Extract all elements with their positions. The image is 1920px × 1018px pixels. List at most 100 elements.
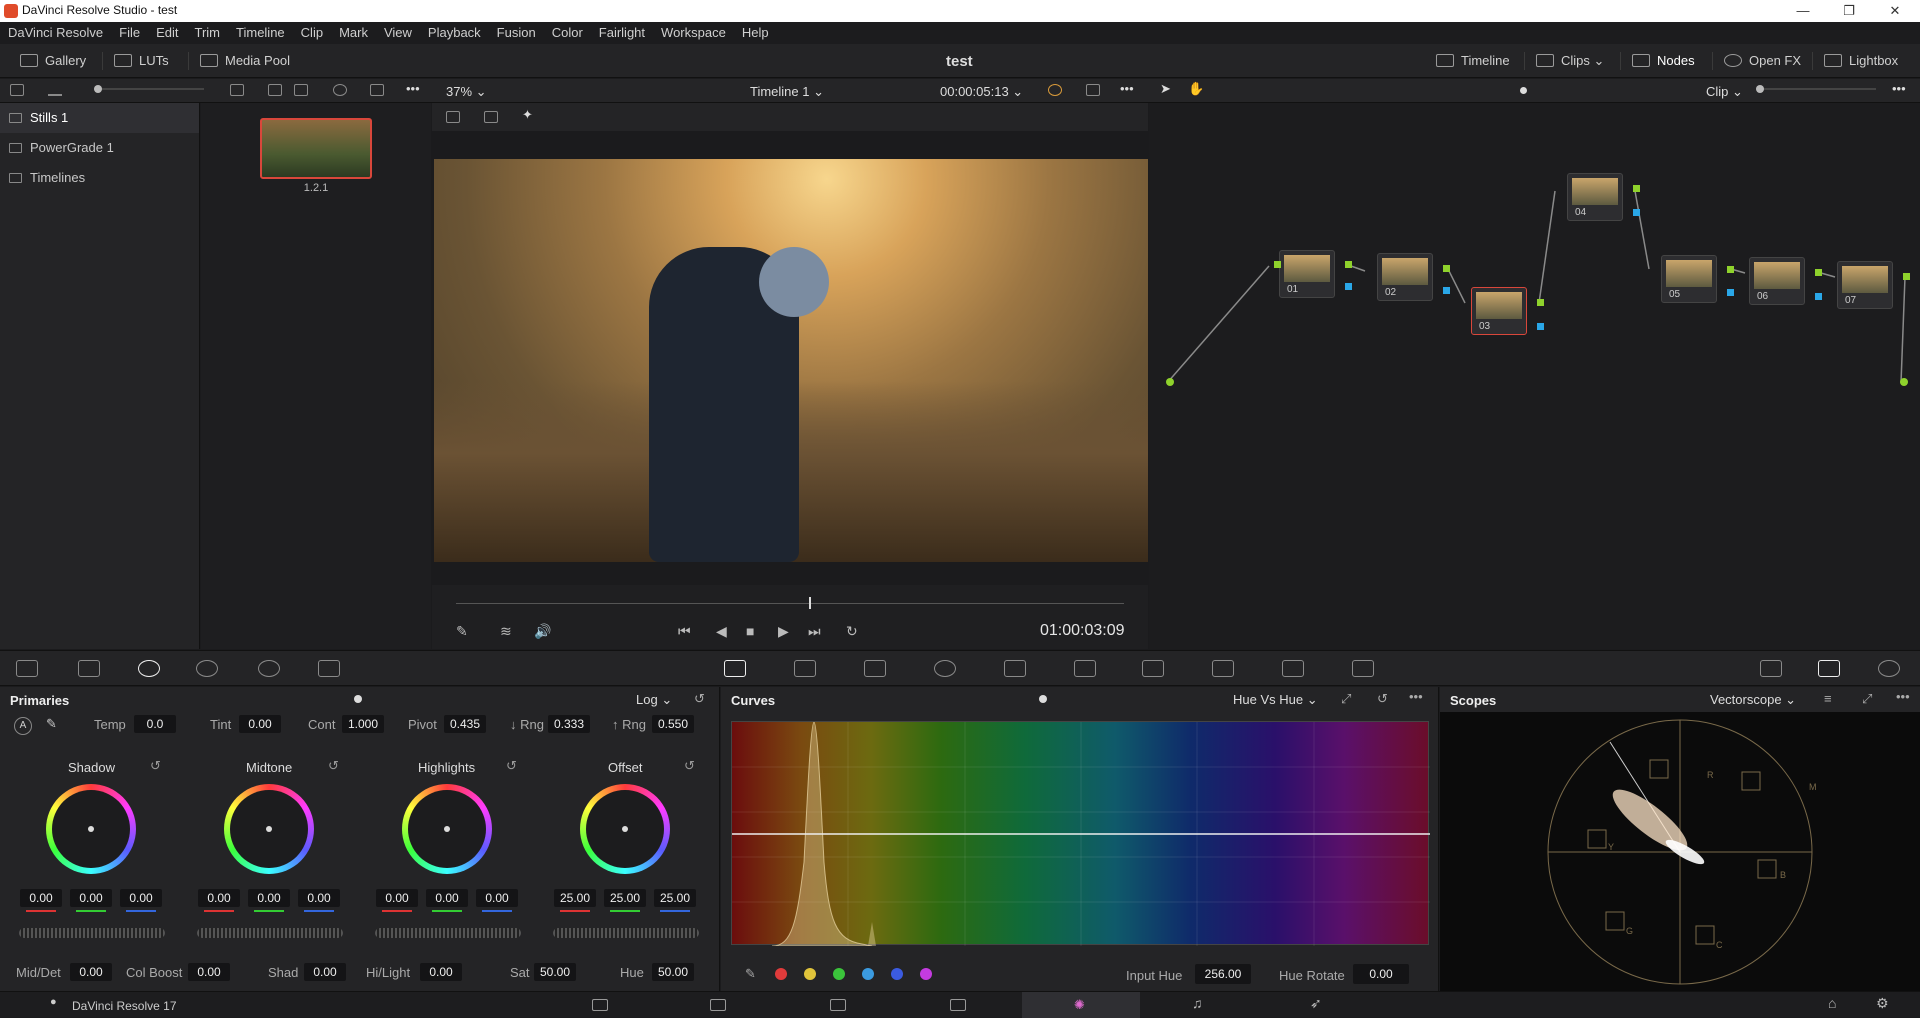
media-page-icon[interactable] <box>592 999 608 1011</box>
node-output-port[interactable] <box>1815 269 1822 276</box>
curves-icon[interactable] <box>724 660 746 677</box>
menu-trim[interactable]: Trim <box>187 22 229 44</box>
download-icon[interactable] <box>48 84 62 96</box>
color-wheel-icon[interactable] <box>1048 84 1062 96</box>
node-05[interactable]: 05 <box>1661 255 1717 303</box>
maximize-button[interactable]: ❐ <box>1826 0 1872 22</box>
split-screen-icon[interactable] <box>484 111 498 123</box>
settings-icon[interactable]: ⚙ <box>1876 995 1889 1012</box>
midtone-green[interactable]: 0.00 <box>248 889 290 907</box>
offset-wheel-handle[interactable] <box>622 826 628 832</box>
layers-icon[interactable]: ≋ <box>500 623 512 640</box>
info-icon[interactable] <box>1878 660 1900 677</box>
offset-green[interactable]: 25.00 <box>604 889 646 907</box>
low-range-field[interactable]: 0.333 <box>548 715 590 733</box>
open-fx-toggle[interactable]: Open FX <box>1724 53 1801 68</box>
magic-mask-icon[interactable] <box>1074 660 1096 677</box>
curves-reset-icon[interactable]: ↺ <box>1377 691 1388 707</box>
shadow-blue[interactable]: 0.00 <box>120 889 162 907</box>
clip-dropdown[interactable]: Clip ⌄ <box>1706 84 1743 100</box>
node-02[interactable]: 02 <box>1377 253 1433 301</box>
menu-mark[interactable]: Mark <box>331 22 376 44</box>
highlight-field[interactable]: 0.00 <box>420 963 462 981</box>
viewer-image[interactable] <box>434 159 1148 562</box>
go-to-end-icon[interactable]: ⏭ <box>808 623 821 640</box>
sidebar-toggle-icon[interactable] <box>10 84 24 96</box>
highlights-wheel-handle[interactable] <box>444 826 450 832</box>
picker-icon[interactable]: ✎ <box>46 716 57 732</box>
node-output-port[interactable] <box>1443 265 1450 272</box>
pointer-tool-icon[interactable]: ➤ <box>1160 81 1171 97</box>
midtone-reset-icon[interactable]: ↺ <box>328 758 339 774</box>
blur-icon[interactable] <box>1142 660 1164 677</box>
highlights-blue[interactable]: 0.00 <box>476 889 518 907</box>
contrast-field[interactable]: 1.000 <box>342 715 384 733</box>
midtone-red[interactable]: 0.00 <box>198 889 240 907</box>
mid-detail-field[interactable]: 0.00 <box>70 963 112 981</box>
deliver-page-icon[interactable]: ➶ <box>1310 995 1322 1012</box>
high-range-field[interactable]: 0.550 <box>652 715 694 733</box>
menu-fairlight[interactable]: Fairlight <box>591 22 653 44</box>
hand-tool-icon[interactable]: ✋ <box>1188 81 1204 97</box>
node-03[interactable]: 03 <box>1471 287 1527 335</box>
more-options-icon[interactable]: ••• <box>406 81 420 96</box>
cut-page-icon[interactable] <box>710 999 726 1011</box>
scope-settings-icon[interactable]: ≡ <box>1824 691 1832 706</box>
fusion-page-icon[interactable] <box>950 999 966 1011</box>
menu-edit[interactable]: Edit <box>148 22 186 44</box>
stop-icon[interactable]: ■ <box>746 623 754 639</box>
3d-icon[interactable] <box>1352 660 1374 677</box>
play-icon[interactable]: ▶ <box>778 623 789 640</box>
album-stills-1[interactable]: Stills 1 <box>0 103 199 133</box>
offset-reset-icon[interactable]: ↺ <box>684 758 695 774</box>
tracker-icon[interactable] <box>1004 660 1026 677</box>
keyframes-icon[interactable] <box>1760 660 1782 677</box>
green-swatch[interactable] <box>833 968 845 980</box>
rgb-mixer-icon[interactable] <box>258 660 280 677</box>
menu-fusion[interactable]: Fusion <box>489 22 544 44</box>
page-dot[interactable] <box>354 695 362 703</box>
highlights-master-slider[interactable] <box>375 928 521 938</box>
curve-mode-dropdown[interactable]: Hue Vs Hue ⌄ <box>1233 692 1318 708</box>
node-06[interactable]: 06 <box>1749 257 1805 305</box>
scopes-icon[interactable] <box>1818 660 1840 677</box>
key-icon[interactable] <box>1212 660 1234 677</box>
album-timelines[interactable]: Timelines <box>0 163 199 193</box>
curve-picker-icon[interactable]: ✎ <box>745 966 756 982</box>
window-icon[interactable] <box>934 660 956 677</box>
node-output-port[interactable] <box>1633 185 1640 192</box>
fairlight-page-icon[interactable]: ♫ <box>1192 995 1203 1011</box>
menu-help[interactable]: Help <box>734 22 777 44</box>
highlight-icon[interactable]: ✦ <box>522 107 533 123</box>
curves-options-icon[interactable]: ••• <box>1409 689 1423 704</box>
timeline-dropdown[interactable]: Timeline 1 ⌄ <box>750 84 824 100</box>
input-hue-field[interactable]: 256.00 <box>1195 964 1251 984</box>
node-key-output-port[interactable] <box>1633 209 1640 216</box>
menu-workspace[interactable]: Workspace <box>653 22 734 44</box>
shadow-red[interactable]: 0.00 <box>20 889 62 907</box>
menu-clip[interactable]: Clip <box>293 22 331 44</box>
node-key-output-port[interactable] <box>1537 323 1544 330</box>
album-powergrade-1[interactable]: PowerGrade 1 <box>0 133 199 163</box>
shadow-green[interactable]: 0.00 <box>70 889 112 907</box>
temp-field[interactable]: 0.0 <box>134 715 176 733</box>
qualifier-icon[interactable] <box>864 660 886 677</box>
tint-field[interactable]: 0.00 <box>239 715 281 733</box>
home-icon[interactable]: ⌂ <box>1828 995 1836 1011</box>
gallery-button[interactable]: Gallery <box>20 53 86 68</box>
highlights-reset-icon[interactable]: ↺ <box>506 758 517 774</box>
fullscreen-icon[interactable] <box>1086 84 1100 96</box>
shadow-master-slider[interactable] <box>19 928 165 938</box>
hue-field[interactable]: 50.00 <box>652 963 694 981</box>
offset-master-slider[interactable] <box>553 928 699 938</box>
step-back-icon[interactable]: ◀ <box>716 623 727 640</box>
node-key-output-port[interactable] <box>1815 293 1822 300</box>
node-01[interactable]: 01 <box>1279 250 1335 298</box>
color-match-icon[interactable] <box>78 660 100 677</box>
node-07[interactable]: 07 <box>1837 261 1893 309</box>
menu-timeline[interactable]: Timeline <box>228 22 293 44</box>
color-boost-field[interactable]: 0.00 <box>188 963 230 981</box>
color-warper-icon[interactable] <box>794 660 816 677</box>
viewer-options-icon[interactable]: ••• <box>1120 81 1134 96</box>
media-pool-button[interactable]: Media Pool <box>200 53 290 68</box>
